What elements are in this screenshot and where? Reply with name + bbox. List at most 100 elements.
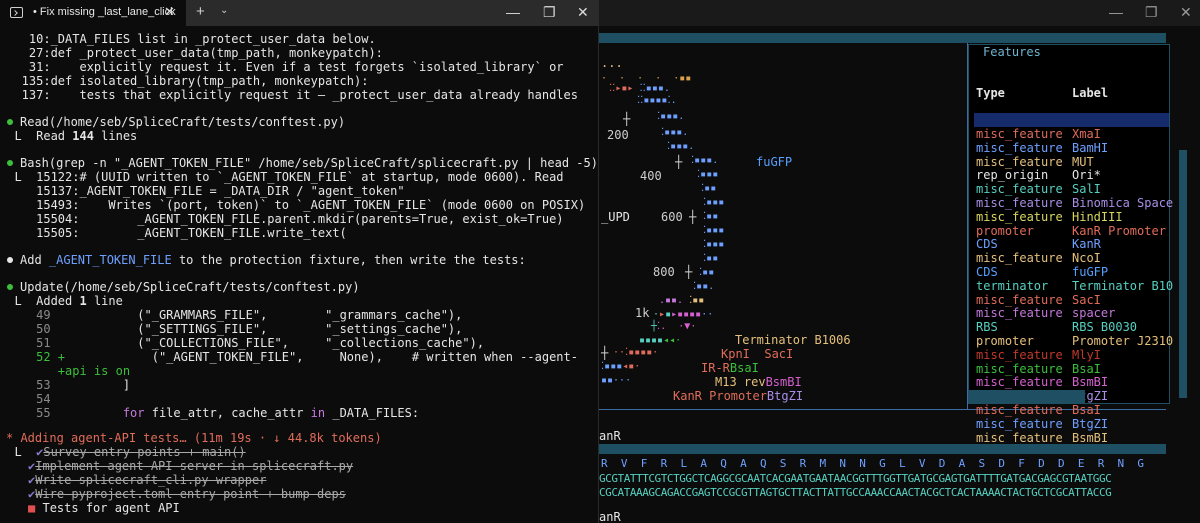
todo-item-done: ✔Wire pyproject.toml entry point + bump … [28, 487, 346, 501]
diff-line: 51 ("_COLLECTIONS_FILE", "_collections_c… [0, 336, 485, 350]
feature-row-type[interactable]: misc_feature [976, 376, 1063, 390]
feature-row-type[interactable]: misc_feature [976, 155, 1063, 170]
feature-row-label[interactable]: Promoter J2310 [1072, 334, 1173, 349]
feature-row-label[interactable]: Ori* [1072, 169, 1173, 183]
feature-row-type[interactable]: misc_feature [976, 307, 1063, 321]
tick-label: 1k [635, 306, 650, 320]
scrollbar[interactable] [1179, 150, 1187, 398]
feature-row-type[interactable]: CDS [976, 238, 1063, 252]
map-fragment: ... [601, 56, 623, 70]
map-arc: ⁚⁚▸▪▸ ⁚⁚▪▪▪. [609, 83, 670, 94]
feature-row-label[interactable]: spacer [1072, 307, 1173, 321]
tick-mark: ┼ [623, 112, 631, 126]
grep-line: 31: explicitly request it. Even if a tes… [0, 60, 564, 74]
map-arc: ⁚▪▪ [703, 253, 719, 264]
feature-row-label[interactable]: BtgZI [1072, 417, 1173, 432]
feature-row-type[interactable]: misc_feature [976, 362, 1063, 377]
feature-row-label[interactable]: SacI [1072, 293, 1173, 308]
terminal-icon [10, 7, 23, 18]
feature-row-label[interactable]: SalI [1072, 182, 1173, 197]
feature-label: Terminator B1006 [735, 333, 851, 347]
assistant-message: Add _AGENT_TOKEN_FILE to the protection … [20, 253, 526, 267]
todo-item-done: L ✔Survey entry points + main() [0, 445, 246, 459]
tab-active[interactable]: • Fix missing _last_lane_click ✕ [0, 0, 186, 26]
todo-item-active: ■ Tests for agent API [28, 501, 180, 515]
feature-row-label[interactable]: NcoI [1072, 251, 1173, 266]
map-arc: ⁚⁚▪▪▪▪⁚. [637, 95, 677, 106]
map-arc: ⁚▪▪▪ [703, 225, 725, 236]
tab-close-icon[interactable]: ✕ [164, 4, 175, 20]
feature-row-type[interactable]: misc_feature [976, 141, 1063, 156]
feature-row-label[interactable]: KanR Promoter [1072, 224, 1173, 239]
feature-row-type[interactable]: misc_feature [976, 293, 1063, 308]
map-arc: ⁚▪▪ [699, 267, 715, 278]
feature-row-type[interactable]: misc_feature [976, 417, 1063, 432]
window-close-icon[interactable]: ✕ [577, 4, 589, 21]
features-type-column[interactable]: Type misc_feature misc_feature misc_featur… [976, 59, 1063, 445]
minimize-icon[interactable]: — [506, 4, 520, 20]
feature-row-type[interactable]: misc_feature [976, 182, 1063, 197]
map-arc: ⁚▪▪. [693, 281, 715, 292]
bash-result-line: L 15122:# (UUID written to `_AGENT_TOKEN… [0, 170, 564, 184]
feature-label: fuGFP [756, 155, 793, 169]
feature-row-label[interactable]: BtgZI [1072, 389, 1173, 404]
feature-row-type[interactable]: promoter [976, 224, 1063, 239]
feature-row-type[interactable]: misc_feature [976, 251, 1063, 266]
features-title: Features [983, 45, 1041, 59]
chevron-down-icon[interactable]: ⌄ [220, 5, 228, 16]
feature-row-label[interactable]: RBS B0030 [1072, 320, 1173, 335]
feature-row-label[interactable]: MUT [1072, 155, 1173, 170]
feature-row-label[interactable]: fuGFP [1072, 265, 1173, 280]
feature-row-type[interactable]: promoter [976, 334, 1063, 349]
square-icon: ■ [28, 501, 36, 515]
feature-row-label[interactable]: Terminator B10 [1072, 279, 1173, 294]
header-bar [599, 33, 1166, 43]
feature-row-label[interactable]: BamHI [1072, 141, 1173, 156]
dna-bottom-strand: CGCATAAAGCAGACCGAGTCCGCGTTAGTGCTTACTTATT… [599, 486, 1112, 499]
tick-mark: ┼ [689, 210, 697, 224]
feature-row-label[interactable]: HindIII [1072, 210, 1173, 225]
window-close-icon[interactable]: ✕ [1180, 4, 1192, 21]
feature-row-label[interactable]: BsaI [1072, 362, 1173, 377]
feature-row-type[interactable]: misc_feature [976, 348, 1063, 363]
bash-result-line: 15505: _AGENT_TOKEN_FILE.write_text( [0, 226, 347, 240]
bash-result-line: 15137:_AGENT_TOKEN_FILE = _DATA_DIR / "a… [0, 184, 405, 198]
todo-item-done: ✔Implement agent-API server in splicecra… [28, 459, 354, 473]
features-label-column[interactable]: Label XmaI BamHI MUT Ori* SalI Binomica Space… [1072, 59, 1173, 445]
feature-row-label[interactable]: Binomica Space [1072, 196, 1173, 211]
new-tab-icon[interactable]: + [196, 3, 205, 20]
grep-line: 10:_DATA_FILES list in _protect_user_dat… [0, 32, 376, 46]
tick-label: 400 [640, 169, 662, 183]
feature-row-type[interactable]: RBS [976, 320, 1063, 335]
feature-row-type[interactable]: misc_feature [976, 403, 1063, 418]
minimize-icon[interactable]: — [1109, 4, 1123, 20]
feature-row-label[interactable]: XmaI [1072, 127, 1173, 142]
feature-row-label[interactable]: BsaI [1072, 403, 1173, 418]
dna-top-strand: GCGTATTTCGTCTGGCTCAGGCGCAATCACGAATGAATAA… [599, 472, 1112, 485]
map-arc: ·▸▪▸▪▪▪▪·· [653, 309, 714, 320]
tick-mark: ┼ [601, 346, 609, 360]
tick-mark: ┼ [675, 155, 683, 169]
terminal-output[interactable]: 10:_DATA_FILES list in _protect_user_dat… [0, 26, 598, 523]
feature-row-type[interactable]: misc_feature [976, 127, 1063, 142]
title-bar: — ❐ ✕ [599, 0, 1200, 26]
diff-line: 50 ("_SETTINGS_FILE", "_settings_cache")… [0, 322, 463, 336]
feature-row-label[interactable]: BsmBI [1072, 376, 1173, 390]
feature-row-label[interactable]: KanR [1072, 238, 1173, 252]
feature-row-type[interactable]: misc_feature [976, 210, 1063, 225]
feature-label: KpnI SacI [721, 347, 794, 361]
feature-row-label[interactable]: MlyI [1072, 348, 1173, 363]
map-arc: ▪▪▪▪◂◂· [639, 335, 682, 346]
maximize-icon[interactable]: ❐ [1145, 4, 1158, 21]
left-terminal-window: • Fix missing _last_lane_click ✕ + ⌄ — ❐… [0, 0, 599, 523]
features-panel[interactable]: Features Type misc_feature misc_feature mi… [968, 44, 1173, 444]
maximize-icon[interactable]: ❐ [543, 4, 556, 21]
tool-call-bash: Bash(grep -n "_AGENT_TOKEN_FILE" /home/s… [20, 156, 598, 170]
feature-row-type[interactable]: misc_feature [976, 196, 1063, 211]
feature-row-type[interactable]: rep_origin [976, 169, 1063, 183]
feature-row-type[interactable]: terminator [976, 279, 1063, 294]
tick-mark: ┼ [685, 265, 693, 279]
feature-row-type[interactable]: CDS [976, 265, 1063, 280]
tab-title: • Fix missing _last_lane_click [33, 6, 176, 18]
feature-label: M13 revBsmBI [715, 375, 802, 389]
